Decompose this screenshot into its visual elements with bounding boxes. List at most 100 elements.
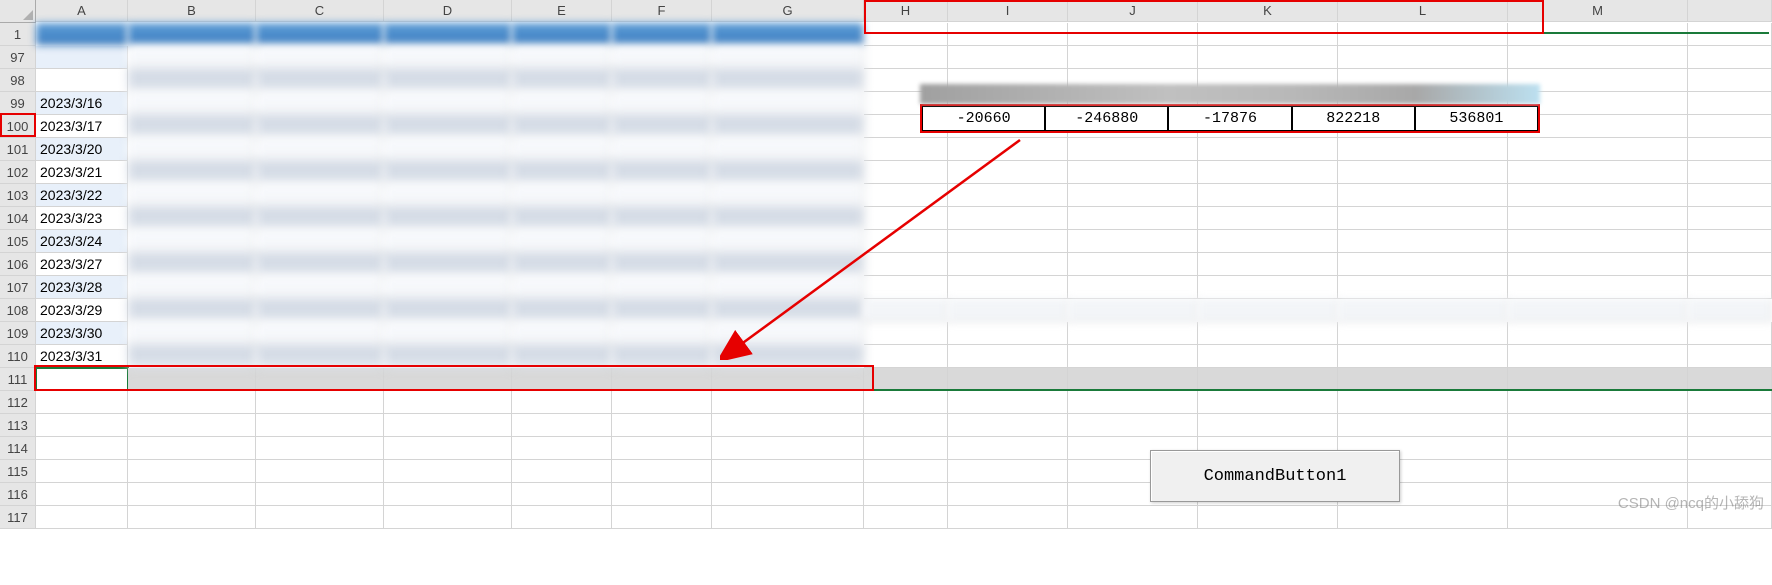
row-header-101[interactable]: 101 [0, 138, 36, 161]
cell-x104[interactable] [1688, 207, 1772, 230]
cell-x105[interactable] [1688, 230, 1772, 253]
cell-x103[interactable] [1688, 184, 1772, 207]
col-header[interactable] [1688, 0, 1772, 22]
cell-H109[interactable] [864, 322, 948, 345]
cell-E100[interactable] [512, 115, 612, 138]
cell-J117[interactable] [1068, 506, 1198, 529]
cell-E116[interactable] [512, 483, 612, 506]
cell-B106[interactable] [128, 253, 256, 276]
row-header-117[interactable]: 117 [0, 506, 36, 529]
cell-J1[interactable] [1068, 23, 1198, 46]
cell-J105[interactable] [1068, 230, 1198, 253]
cell-K108[interactable] [1198, 299, 1338, 322]
row-header-106[interactable]: 106 [0, 253, 36, 276]
cell-F111[interactable] [612, 368, 712, 391]
cell-H116[interactable] [864, 483, 948, 506]
cell-F108[interactable] [612, 299, 712, 322]
cell-F1[interactable] [612, 23, 712, 46]
cell-L104[interactable] [1338, 207, 1508, 230]
cell-D115[interactable] [384, 460, 512, 483]
cell-A101[interactable]: 2023/3/20 [36, 138, 128, 161]
cell-B109[interactable] [128, 322, 256, 345]
cell-G98[interactable] [712, 69, 864, 92]
row-header-109[interactable]: 109 [0, 322, 36, 345]
cell-F114[interactable] [612, 437, 712, 460]
cell-M102[interactable] [1508, 161, 1688, 184]
cell-E104[interactable] [512, 207, 612, 230]
cell-H104[interactable] [864, 207, 948, 230]
cell-K107[interactable] [1198, 276, 1338, 299]
cell-E102[interactable] [512, 161, 612, 184]
cell-G105[interactable] [712, 230, 864, 253]
cell-A113[interactable] [36, 414, 128, 437]
cell-D99[interactable] [384, 92, 512, 115]
cell-I113[interactable] [948, 414, 1068, 437]
cell-E113[interactable] [512, 414, 612, 437]
cell-B98[interactable] [128, 69, 256, 92]
cell-L110[interactable] [1338, 345, 1508, 368]
cell-G99[interactable] [712, 92, 864, 115]
cell-D107[interactable] [384, 276, 512, 299]
cell-J104[interactable] [1068, 207, 1198, 230]
cell-I103[interactable] [948, 184, 1068, 207]
cell-H103[interactable] [864, 184, 948, 207]
cell-E117[interactable] [512, 506, 612, 529]
cell-x107[interactable] [1688, 276, 1772, 299]
cell-A117[interactable] [36, 506, 128, 529]
cell-L102[interactable] [1338, 161, 1508, 184]
cell-H102[interactable] [864, 161, 948, 184]
cell-C111[interactable] [256, 368, 384, 391]
cell-L107[interactable] [1338, 276, 1508, 299]
cell-D106[interactable] [384, 253, 512, 276]
row-header-97[interactable]: 97 [0, 46, 36, 69]
cell-M111[interactable] [1508, 368, 1688, 391]
cell-I117[interactable] [948, 506, 1068, 529]
cell-A115[interactable] [36, 460, 128, 483]
cell-L112[interactable] [1338, 391, 1508, 414]
cell-J103[interactable] [1068, 184, 1198, 207]
cell-x109[interactable] [1688, 322, 1772, 345]
cell-F112[interactable] [612, 391, 712, 414]
cell-I105[interactable] [948, 230, 1068, 253]
cell-I106[interactable] [948, 253, 1068, 276]
cell-B104[interactable] [128, 207, 256, 230]
col-header-e[interactable]: E [512, 0, 612, 22]
cell-F109[interactable] [612, 322, 712, 345]
row-header-108[interactable]: 108 [0, 299, 36, 322]
cell-D98[interactable] [384, 69, 512, 92]
cell-J102[interactable] [1068, 161, 1198, 184]
cell-D109[interactable] [384, 322, 512, 345]
cell-B110[interactable] [128, 345, 256, 368]
cell-C104[interactable] [256, 207, 384, 230]
cell-K102[interactable] [1198, 161, 1338, 184]
cell-F115[interactable] [612, 460, 712, 483]
cell-I1[interactable] [948, 23, 1068, 46]
cell-I111[interactable] [948, 368, 1068, 391]
cell-C98[interactable] [256, 69, 384, 92]
cell-D105[interactable] [384, 230, 512, 253]
cell-x108[interactable] [1688, 299, 1772, 322]
cell-A99[interactable]: 2023/3/16 [36, 92, 128, 115]
cell-B117[interactable] [128, 506, 256, 529]
cell-K110[interactable] [1198, 345, 1338, 368]
cell-M101[interactable] [1508, 138, 1688, 161]
cell-A116[interactable] [36, 483, 128, 506]
cell-A112[interactable] [36, 391, 128, 414]
cell-M97[interactable] [1508, 46, 1688, 69]
cell-H101[interactable] [864, 138, 948, 161]
cell-J101[interactable] [1068, 138, 1198, 161]
cell-F103[interactable] [612, 184, 712, 207]
cell-G103[interactable] [712, 184, 864, 207]
cell-C102[interactable] [256, 161, 384, 184]
cell-J106[interactable] [1068, 253, 1198, 276]
cell-G106[interactable] [712, 253, 864, 276]
cell-L103[interactable] [1338, 184, 1508, 207]
cell-M110[interactable] [1508, 345, 1688, 368]
cell-M115[interactable] [1508, 460, 1688, 483]
cell-D1[interactable] [384, 23, 512, 46]
cell-C108[interactable] [256, 299, 384, 322]
row-header-100[interactable]: 100 [0, 115, 36, 138]
cell-I97[interactable] [948, 46, 1068, 69]
cell-G102[interactable] [712, 161, 864, 184]
cell-M113[interactable] [1508, 414, 1688, 437]
